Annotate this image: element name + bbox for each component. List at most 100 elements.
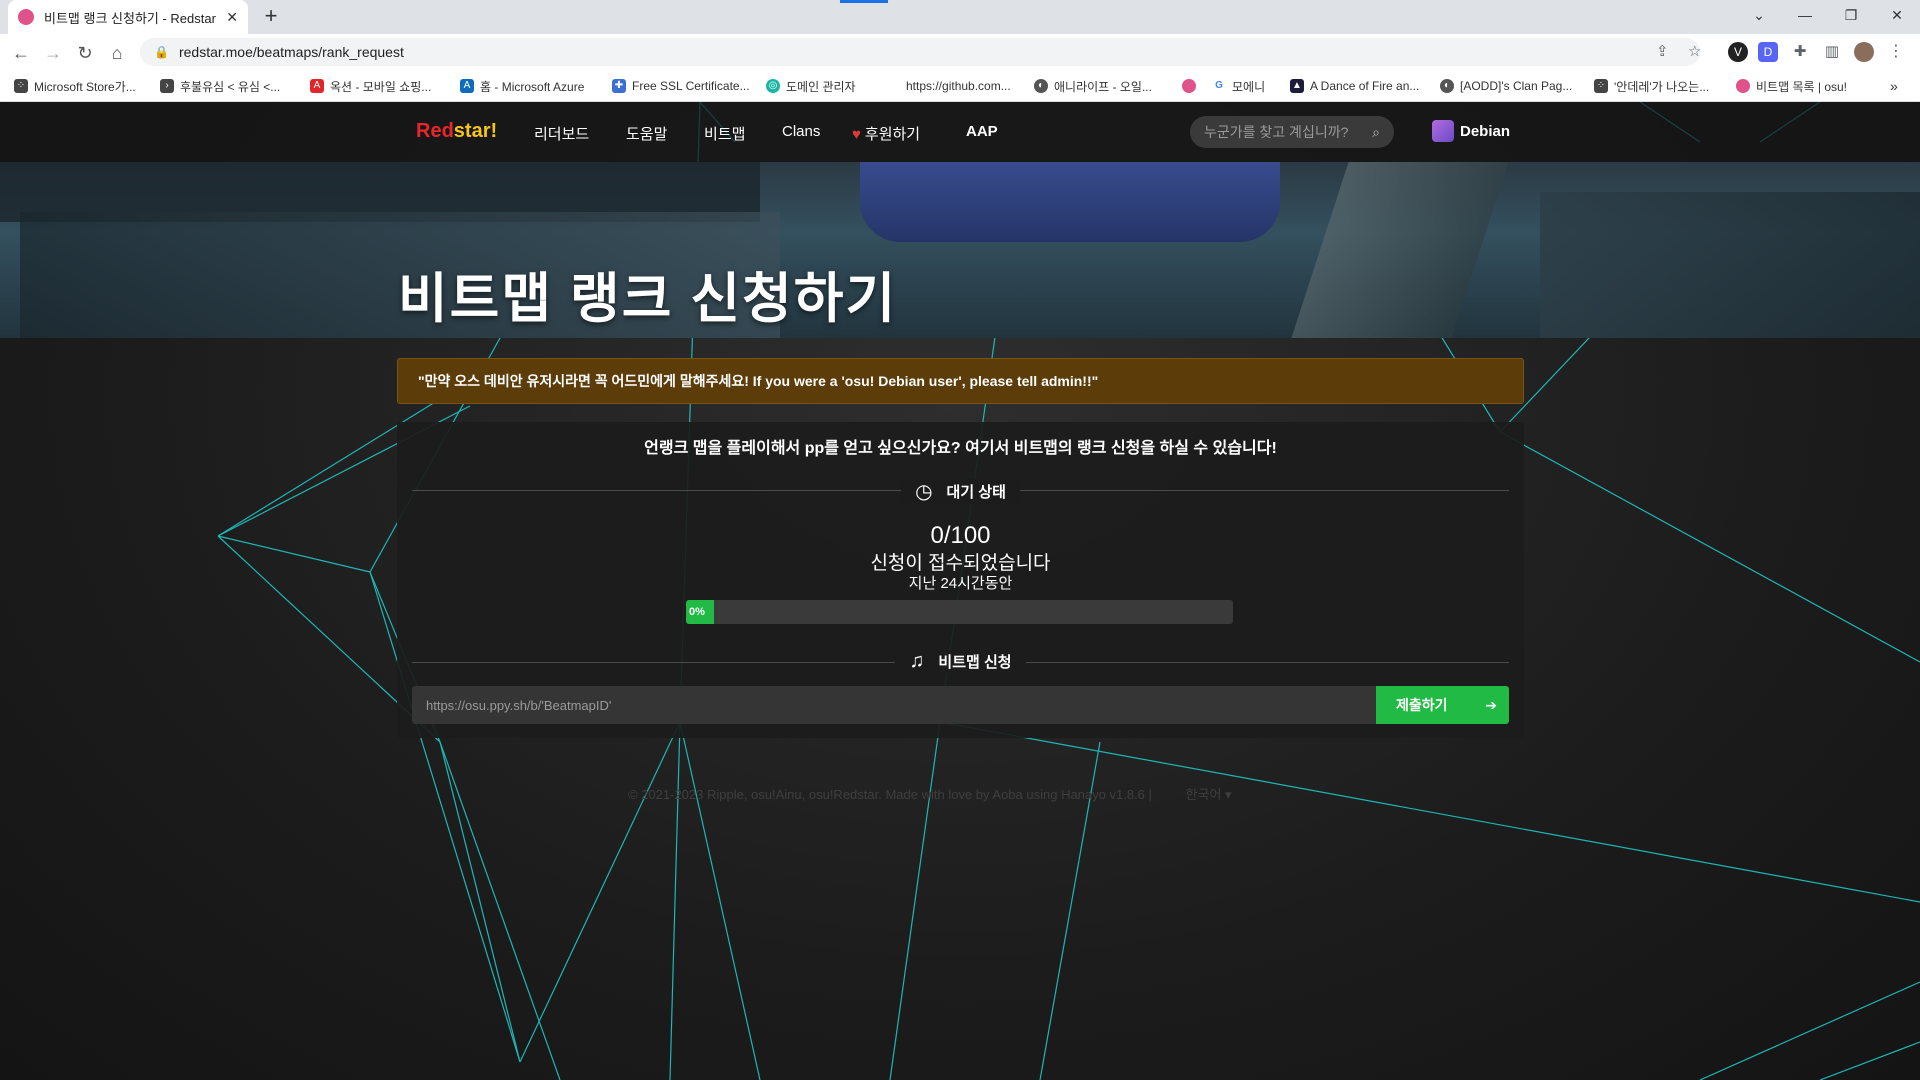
- bookmark-icon: ⁘: [14, 79, 28, 93]
- address-bar-row: ← → ↻ ⌂ 🔒 redstar.moe/beatmaps/rank_requ…: [0, 34, 1920, 70]
- bookmark-icon: [1182, 79, 1196, 93]
- submit-label: 제출하기: [1396, 697, 1448, 713]
- language-selector[interactable]: 한국어 ▾: [1186, 787, 1232, 802]
- status-heading: 대기 상태: [946, 484, 1006, 501]
- profile-avatar[interactable]: [1854, 42, 1874, 62]
- close-window-icon[interactable]: ✕: [1874, 0, 1920, 30]
- nav-beatmaps[interactable]: 비트맵: [704, 123, 745, 144]
- request-section-header: ♫ 비트맵 신청: [397, 650, 1524, 673]
- site-navbar: Redstar! 리더보드 도움말 비트맵 Clans ♥ 후원하기 AAP 누군…: [0, 102, 1920, 162]
- bookmark-item[interactable]: [1182, 77, 1202, 95]
- hero-banner: 비트맵 랭크 신청하기: [0, 162, 1920, 338]
- bookmark-item[interactable]: ⁘ '안데레'가 나오는...: [1594, 77, 1709, 95]
- restore-icon[interactable]: ❐: [1828, 0, 1874, 30]
- bookmark-star-icon[interactable]: ☆: [1688, 42, 1701, 60]
- bookmarks-bar: ⁘ Microsoft Store가... › 후불유심 < 유심 <... A 옥션…: [0, 70, 1920, 102]
- status-section-header: ◷ 대기 상태: [397, 479, 1524, 504]
- debian-notice-banner: "만약 오스 데비안 유저시라면 꼭 어드민에게 말해주세요! If you w…: [397, 358, 1524, 404]
- bookmark-item[interactable]: G 모에니: [1212, 77, 1265, 95]
- bookmark-label: 후불유심 < 유심 <...: [180, 79, 281, 94]
- site-logo[interactable]: Redstar!: [416, 120, 497, 143]
- nav-donate[interactable]: ♥ 후원하기: [852, 123, 920, 144]
- bookmark-item[interactable]: 비트맵 목록 | osu!: [1736, 77, 1847, 95]
- browser-tab[interactable]: 비트맵 랭크 신청하기 - Redstar ✕: [8, 0, 248, 34]
- bookmark-item[interactable]: ⁘ Microsoft Store가...: [14, 77, 136, 95]
- bookmark-icon: [1736, 79, 1750, 93]
- google-icon: G: [1212, 79, 1226, 93]
- request-progress-bar: 0%: [686, 600, 1233, 624]
- minimize-icon[interactable]: —: [1782, 0, 1828, 30]
- page-title: 비트맵 랭크 신청하기: [398, 269, 898, 329]
- bookmark-icon: ◐: [1034, 79, 1048, 93]
- bookmark-label: 애니라이프 - 오일...: [1054, 79, 1152, 94]
- bookmark-label: 도메인 관리자: [786, 79, 856, 94]
- heart-icon: ♥: [852, 126, 861, 143]
- bookmark-label: A Dance of Fire an...: [1310, 79, 1420, 93]
- browser-tab-bar: 비트맵 랭크 신청하기 - Redstar ✕ + ⌄ — ❐ ✕: [0, 0, 1920, 34]
- submit-button[interactable]: 제출하기 ➔: [1376, 686, 1509, 724]
- beatmap-url-input[interactable]: [412, 686, 1376, 724]
- user-avatar: [1432, 120, 1454, 142]
- bookmark-icon: A: [460, 79, 474, 93]
- back-icon[interactable]: ←: [8, 40, 34, 66]
- bookmark-item[interactable]: ◐ [AODD]'s Clan Pag...: [1440, 77, 1572, 95]
- tab-accent: [840, 0, 888, 3]
- tab-list-icon[interactable]: ⌄: [1736, 0, 1782, 30]
- arrow-right-icon: ➔: [1485, 696, 1497, 713]
- nav-clans[interactable]: Clans: [782, 123, 820, 140]
- bookmark-icon: ›: [160, 79, 174, 93]
- bookmark-label: 모에니: [1232, 79, 1266, 94]
- site-favicon-icon: [18, 9, 34, 25]
- logo-text-red: Red: [416, 120, 454, 142]
- side-panel-icon[interactable]: ▥: [1822, 42, 1842, 62]
- tab-close-icon[interactable]: ✕: [226, 9, 238, 26]
- menu-kebab-icon[interactable]: ⋮: [1886, 42, 1906, 62]
- extensions-puzzle-icon[interactable]: ✚: [1790, 42, 1810, 62]
- user-search-input[interactable]: 누군가를 찾고 계십니까? ⌕: [1190, 116, 1394, 148]
- bookmark-icon: ✚: [612, 79, 626, 93]
- extension-discord-icon[interactable]: D: [1758, 42, 1778, 62]
- home-icon[interactable]: ⌂: [104, 40, 130, 66]
- search-icon[interactable]: ⌕: [1372, 124, 1380, 141]
- bookmark-item[interactable]: A 홈 - Microsoft Azure: [460, 77, 584, 95]
- bookmarks-overflow-icon[interactable]: »: [1890, 77, 1898, 95]
- new-tab-button[interactable]: +: [258, 4, 284, 30]
- request-heading: 비트맵 신청: [938, 654, 1012, 671]
- bookmark-icon: ◎: [766, 79, 780, 93]
- extension-vpn-icon[interactable]: V: [1728, 42, 1748, 62]
- reload-icon[interactable]: ↻: [72, 40, 98, 66]
- user-menu[interactable]: Debian: [1432, 120, 1510, 142]
- lock-icon: 🔒: [154, 45, 169, 59]
- bookmark-icon: ◐: [1440, 79, 1454, 93]
- bookmark-item[interactable]: › 후불유심 < 유심 <...: [160, 77, 280, 95]
- bookmark-icon: A: [310, 79, 324, 93]
- nav-help[interactable]: 도움말: [626, 123, 667, 144]
- bookmark-item[interactable]: ▲ A Dance of Fire an...: [1290, 77, 1419, 95]
- bookmark-item[interactable]: ◐ 애니라이프 - 오일...: [1034, 77, 1152, 95]
- banner-art-boxes: [1540, 192, 1920, 338]
- bookmark-item[interactable]: ◎ 도메인 관리자: [766, 77, 856, 95]
- url-text: redstar.moe/beatmaps/rank_request: [178, 44, 404, 60]
- nav-aap[interactable]: AAP: [966, 123, 998, 140]
- page-footer: © 2021-2023 Ripple, osu!Ainu, osu!Redsta…: [628, 784, 1232, 803]
- beatmap-request-form: 제출하기 ➔: [412, 686, 1509, 724]
- progress-fill: 0%: [686, 600, 714, 624]
- bookmark-item[interactable]: https://github.com...: [906, 77, 1011, 95]
- forward-icon[interactable]: →: [40, 40, 66, 66]
- nav-leaderboard[interactable]: 리더보드: [534, 123, 589, 144]
- panel-intro-text: 언랭크 맵을 플레이해서 pp를 얻고 싶으신가요? 여기서 비트맵의 랭크 신…: [644, 440, 1277, 457]
- share-icon[interactable]: ⇪: [1656, 42, 1669, 60]
- url-input[interactable]: 🔒 redstar.moe/beatmaps/rank_request: [140, 38, 1700, 66]
- bookmark-item[interactable]: ✚ Free SSL Certificate...: [612, 77, 750, 95]
- logo-text-yellow: star!: [453, 120, 498, 142]
- nav-donate-label: 후원하기: [864, 126, 921, 143]
- rank-request-panel: 언랭크 맵을 플레이해서 pp를 얻고 싶으신가요? 여기서 비트맵의 랭크 신…: [397, 422, 1524, 738]
- bookmark-label: [AODD]'s Clan Pag...: [1460, 79, 1573, 93]
- bookmark-item[interactable]: A 옥션 - 모바일 쇼핑...: [310, 77, 431, 95]
- bookmark-icon: ⁘: [1594, 79, 1608, 93]
- bookmark-label: 옥션 - 모바일 쇼핑...: [330, 79, 432, 94]
- bookmark-label: https://github.com...: [906, 79, 1011, 93]
- language-label: 한국어: [1185, 787, 1222, 802]
- request-period-text: 지난 24시간동안: [908, 575, 1013, 592]
- bookmark-label: Microsoft Store가...: [34, 79, 136, 94]
